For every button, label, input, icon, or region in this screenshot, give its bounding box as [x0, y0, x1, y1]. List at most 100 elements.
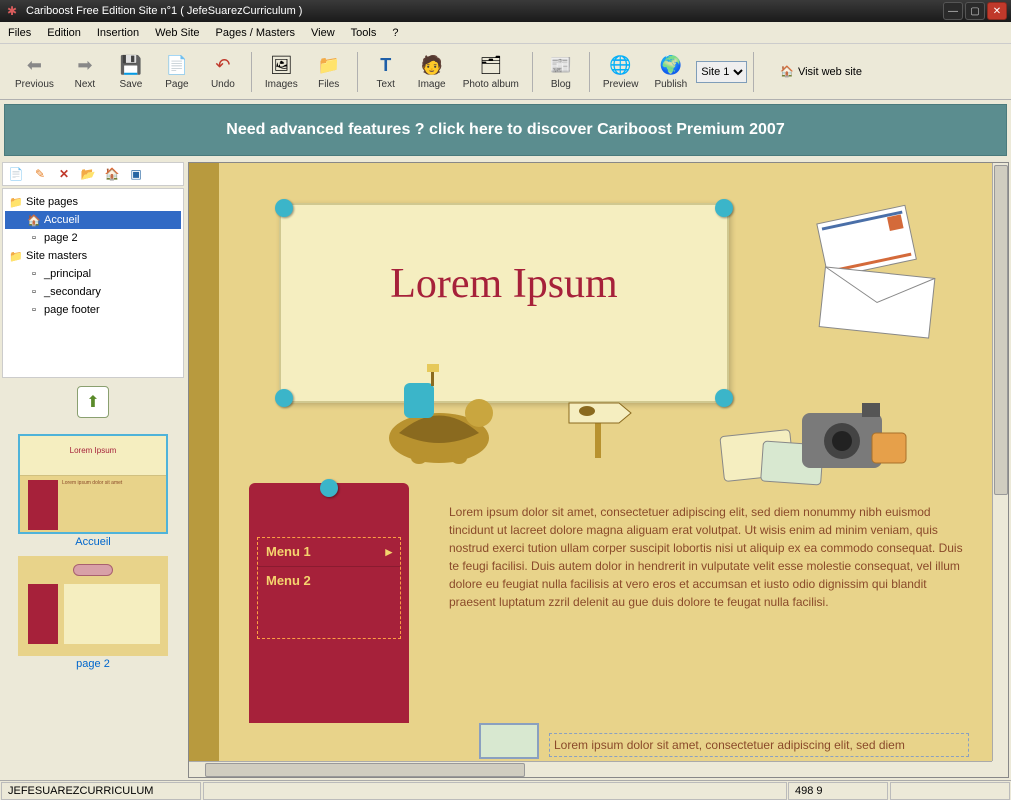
- images-button[interactable]: 🖼Images: [258, 47, 305, 97]
- statusbar: JEFESUAREZCURRICULUM 498 9: [0, 780, 1011, 800]
- menu-panel[interactable]: Menu 1▸ Menu 2: [249, 483, 409, 723]
- menu-files[interactable]: Files: [8, 27, 31, 39]
- close-button[interactable]: ✕: [987, 2, 1007, 20]
- menu-pages-masters[interactable]: Pages / Masters: [216, 27, 295, 39]
- thumbnail-label: Accueil: [18, 536, 168, 548]
- delete-icon[interactable]: ✕: [55, 165, 73, 183]
- menu-help[interactable]: ?: [392, 27, 398, 39]
- folder-icon: 📁: [9, 249, 23, 263]
- titlebar[interactable]: ✱ Cariboost Free Edition Site n°1 ( Jefe…: [0, 0, 1011, 22]
- tree-item-principal[interactable]: ▫_principal: [5, 265, 181, 283]
- files-icon: 📁: [317, 53, 341, 77]
- tree-folder-site-masters[interactable]: 📁Site masters: [5, 247, 181, 265]
- turtle-illustration: [349, 358, 529, 468]
- photo-album-icon: 🗂: [479, 53, 503, 77]
- save-icon: 💾: [119, 53, 143, 77]
- menu-website[interactable]: Web Site: [155, 27, 199, 39]
- tree-item-page-footer[interactable]: ▫page footer: [5, 301, 181, 319]
- menu-edition[interactable]: Edition: [47, 27, 81, 39]
- page-button[interactable]: 📄Page: [155, 47, 199, 97]
- separator: [532, 52, 533, 92]
- promo-banner[interactable]: Need advanced features ? click here to d…: [4, 104, 1007, 156]
- undo-button[interactable]: ↶Undo: [201, 47, 245, 97]
- edit-icon[interactable]: ✎: [31, 165, 49, 183]
- chevron-right-icon: ▸: [385, 544, 392, 560]
- menu-item-2[interactable]: Menu 2: [258, 567, 400, 638]
- envelope-illustration: [792, 203, 952, 343]
- separator: [251, 52, 252, 92]
- tree-item-accueil[interactable]: 🏠Accueil: [5, 211, 181, 229]
- previous-button[interactable]: ⬅Previous: [8, 47, 61, 97]
- body-text[interactable]: Lorem ipsum dolor sit amet, consectetuer…: [449, 503, 969, 611]
- menu-view[interactable]: View: [311, 27, 335, 39]
- home-page-icon[interactable]: 🏠: [103, 165, 121, 183]
- new-page-icon[interactable]: 📄: [7, 165, 25, 183]
- separator: [357, 52, 358, 92]
- small-image-placeholder[interactable]: [479, 723, 539, 759]
- arrow-right-icon: ➡: [73, 53, 97, 77]
- tree-folder-site-pages[interactable]: 📁Site pages: [5, 193, 181, 211]
- publish-button[interactable]: 🌍Publish: [647, 47, 694, 97]
- menu-list: Menu 1▸ Menu 2: [257, 537, 401, 639]
- status-empty-2: [890, 782, 1010, 800]
- image-button[interactable]: 🧑Image: [410, 47, 454, 97]
- undo-icon: ↶: [211, 53, 235, 77]
- page-icon: ▫: [27, 285, 41, 299]
- separator: [753, 52, 754, 92]
- sign-illustration: [559, 393, 639, 463]
- menu-tools[interactable]: Tools: [351, 27, 377, 39]
- page-icon: 📄: [165, 53, 189, 77]
- page-title[interactable]: Lorem Ipsum: [281, 260, 727, 308]
- status-empty: [203, 782, 787, 800]
- sidebar-toolbar: 📄 ✎ ✕ 📂 🏠 ▣: [2, 162, 184, 186]
- upload-button[interactable]: ⬆: [77, 386, 109, 418]
- tree-item-secondary[interactable]: ▫_secondary: [5, 283, 181, 301]
- photo-album-button[interactable]: 🗂Photo album: [456, 47, 526, 97]
- text-icon: T: [374, 53, 398, 77]
- menu-item-1[interactable]: Menu 1▸: [258, 538, 400, 567]
- pin-icon: [275, 389, 293, 407]
- scrollbar-thumb[interactable]: [205, 763, 525, 777]
- image-icon: 🧑: [420, 53, 444, 77]
- text-button[interactable]: TText: [364, 47, 408, 97]
- vertical-scrollbar[interactable]: [992, 163, 1008, 761]
- page-icon: ▫: [27, 231, 41, 245]
- files-button[interactable]: 📁Files: [307, 47, 351, 97]
- images-icon: 🖼: [269, 53, 293, 77]
- blog-button[interactable]: 📰Blog: [539, 47, 583, 97]
- minimize-button[interactable]: —: [943, 2, 963, 20]
- window-title: Cariboost Free Edition Site n°1 ( JefeSu…: [26, 5, 943, 17]
- preview-button[interactable]: 🌐Preview: [596, 47, 646, 97]
- thumbnails: Lorem IpsumLorem ipsum dolor sit amet Ac…: [0, 426, 186, 780]
- canvas-area: Lorem Ipsum: [188, 162, 1009, 778]
- home-icon: 🏠: [780, 65, 794, 78]
- tree-item-page-2[interactable]: ▫page 2: [5, 229, 181, 247]
- canvas-viewport[interactable]: Lorem Ipsum: [189, 163, 992, 761]
- horizontal-scrollbar[interactable]: [189, 761, 992, 777]
- maximize-button[interactable]: ▢: [965, 2, 985, 20]
- folder-icon: 📁: [9, 195, 23, 209]
- thumbnail-accueil[interactable]: Lorem IpsumLorem ipsum dolor sit amet Ac…: [18, 434, 168, 548]
- separator: [589, 52, 590, 92]
- next-button[interactable]: ➡Next: [63, 47, 107, 97]
- page-content[interactable]: Lorem Ipsum: [219, 163, 992, 761]
- page-tree: 📁Site pages 🏠Accueil ▫page 2 📁Site maste…: [2, 188, 184, 378]
- menu-insertion[interactable]: Insertion: [97, 27, 139, 39]
- pin-icon: [715, 199, 733, 217]
- thumbnail-page-2[interactable]: page 2: [18, 556, 168, 670]
- promo-text: Need advanced features ? click here to d…: [226, 121, 784, 139]
- save-button[interactable]: 💾Save: [109, 47, 153, 97]
- scrollbar-thumb[interactable]: [994, 165, 1008, 495]
- menubar: Files Edition Insertion Web Site Pages /…: [0, 22, 1011, 44]
- site-select[interactable]: Site 1: [696, 61, 747, 83]
- body-text-2[interactable]: Lorem ipsum dolor sit amet, consectetuer…: [549, 733, 969, 757]
- screen-icon[interactable]: ▣: [127, 165, 145, 183]
- preview-icon: 🌐: [609, 53, 633, 77]
- page-icon: ▫: [27, 267, 41, 281]
- arrow-up-icon: ⬆: [86, 392, 99, 412]
- folder-icon[interactable]: 📂: [79, 165, 97, 183]
- pin-icon: [320, 479, 338, 497]
- page-icon: ▫: [27, 303, 41, 317]
- camera-illustration: [712, 393, 912, 493]
- visit-web-site-link[interactable]: 🏠Visit web site: [780, 65, 862, 78]
